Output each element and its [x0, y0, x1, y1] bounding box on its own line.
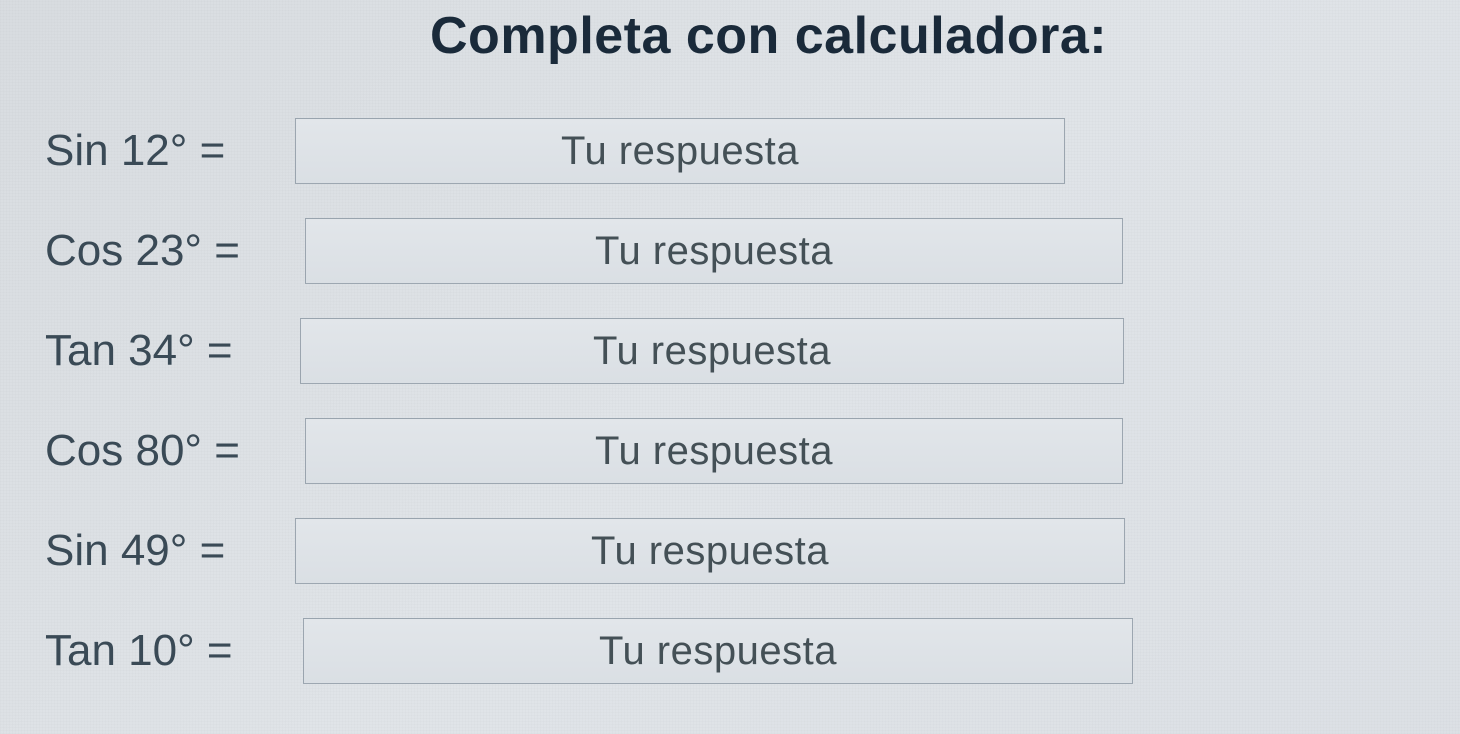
question-row: Cos 80° = [45, 418, 1165, 484]
answer-input-tan34[interactable] [300, 318, 1124, 384]
answer-input-cos80[interactable] [305, 418, 1123, 484]
page-title: Completa con calculadora: [430, 6, 1107, 66]
question-label: Sin 12° = [45, 126, 295, 176]
answer-input-tan10[interactable] [303, 618, 1133, 684]
question-row: Sin 49° = [45, 518, 1165, 584]
question-label: Cos 23° = [45, 226, 305, 276]
answer-input-sin49[interactable] [295, 518, 1125, 584]
question-rows: Sin 12° = Cos 23° = Tan 34° = Cos 80° = … [45, 118, 1165, 718]
question-row: Sin 12° = [45, 118, 1165, 184]
question-row: Tan 34° = [45, 318, 1165, 384]
question-label: Sin 49° = [45, 526, 295, 576]
answer-input-sin12[interactable] [295, 118, 1065, 184]
question-label: Tan 34° = [45, 326, 300, 376]
answer-input-cos23[interactable] [305, 218, 1123, 284]
question-label: Tan 10° = [45, 626, 303, 676]
question-row: Cos 23° = [45, 218, 1165, 284]
question-row: Tan 10° = [45, 618, 1165, 684]
question-label: Cos 80° = [45, 426, 305, 476]
